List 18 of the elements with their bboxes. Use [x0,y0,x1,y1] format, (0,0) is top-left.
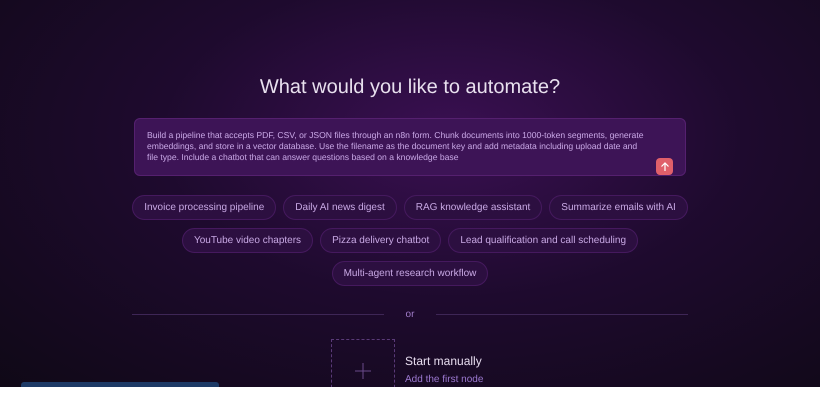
prompt-text: Build a pipeline that accepts PDF, CSV, or JSON files through an n8n form. Chunk documents into 1000-token segments, generate embeddings, and store in a vector database. Use the filename as the document key and add metadata including upload date and file type. Include a chatbot that can answer questions based on a knowledge base [147,130,644,163]
suggestion-chip[interactable]: YouTube video chapters [182,228,314,253]
divider-text: or [406,308,414,322]
suggestion-chip[interactable]: Pizza delivery chatbot [320,228,442,253]
suggestion-chip[interactable]: Invoice processing pipeline [132,195,276,220]
suggestion-chip[interactable]: Summarize emails with AI [549,195,688,220]
start-manually-subtitle: Add the first node [405,373,484,387]
suggestion-chip[interactable]: Daily AI news digest [283,195,397,220]
add-node-button[interactable] [331,339,395,387]
send-button[interactable] [656,158,673,175]
suggestion-chip[interactable]: Lead qualification and call scheduling [448,228,638,253]
page-heading: What would you like to automate? [260,75,560,100]
plus-icon [355,363,371,379]
arrow-up-icon [660,162,670,172]
start-manually-title[interactable]: Start manually [405,352,484,370]
prompt-field[interactable] [134,118,686,176]
suggestion-chip[interactable]: RAG knowledge assistant [404,195,542,220]
suggestion-chip[interactable]: Multi-agent research workflow [332,261,488,286]
